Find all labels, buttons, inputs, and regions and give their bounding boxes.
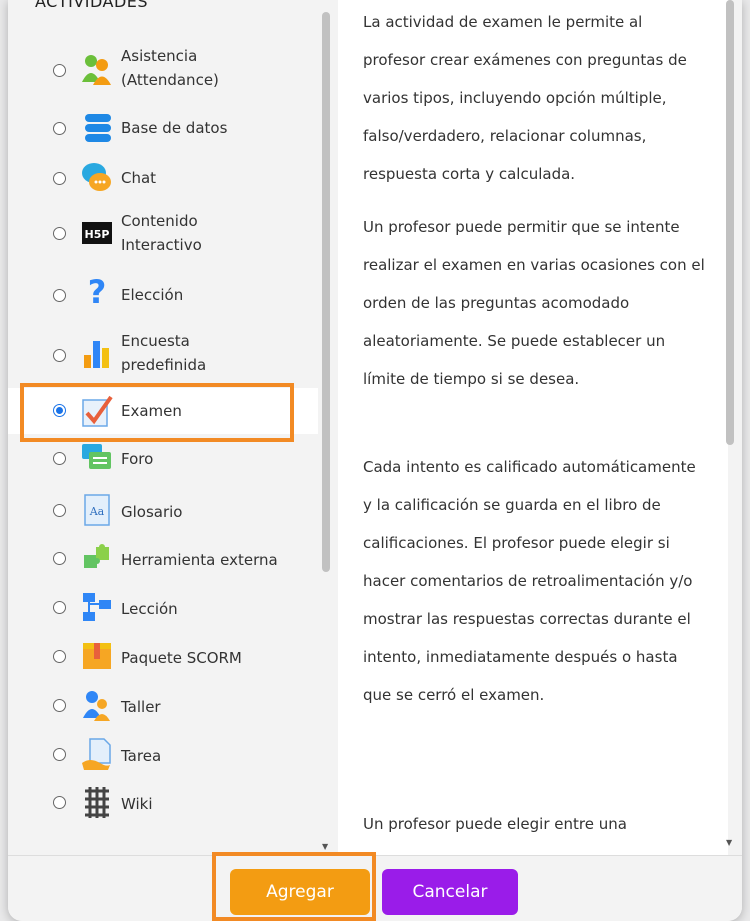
radio-button-selected[interactable] xyxy=(53,404,66,417)
cancel-button[interactable]: Cancelar xyxy=(382,869,518,915)
scroll-down-arrow-icon[interactable]: ▼ xyxy=(322,842,328,851)
activity-item-base-de-datos[interactable]: Base de datos xyxy=(8,105,318,151)
wiki-icon xyxy=(85,787,109,818)
activity-label: Foro xyxy=(121,450,154,468)
activity-item-asistencia[interactable]: Asistencia (Attendance) xyxy=(8,40,318,98)
activity-item-foro[interactable]: Foro xyxy=(8,440,318,486)
activity-label: Wiki xyxy=(121,795,153,813)
attendance-icon xyxy=(82,55,111,85)
activity-label: Asistencia (Attendance) xyxy=(121,47,219,89)
activity-item-eleccion[interactable]: ? Elección xyxy=(8,272,318,318)
activity-label: Base de datos xyxy=(121,119,228,137)
activity-item-contenido-interactivo[interactable]: H5P Contenido Interactivo xyxy=(8,203,318,263)
activity-item-taller[interactable]: Taller xyxy=(8,685,318,731)
activity-item-wiki[interactable]: Wiki xyxy=(8,782,318,828)
radio-button[interactable] xyxy=(53,552,66,565)
activity-label: Lección xyxy=(121,600,178,618)
radio-button[interactable] xyxy=(53,227,66,240)
activity-item-tarea[interactable]: Tarea xyxy=(8,734,318,780)
activity-label: Contenido Interactivo xyxy=(121,212,202,254)
assignment-icon xyxy=(82,738,111,770)
radio-button[interactable] xyxy=(53,748,66,761)
description-scroll-down-arrow-icon[interactable]: ▼ xyxy=(726,838,732,847)
activity-label: Encuesta predefinida xyxy=(121,332,207,374)
radio-button[interactable] xyxy=(53,349,66,362)
activity-label: Paquete SCORM xyxy=(121,649,242,667)
radio-button[interactable] xyxy=(53,699,66,712)
radio-button[interactable] xyxy=(53,122,66,135)
activity-item-encuesta-predefinida[interactable]: Encuesta predefinida xyxy=(8,325,318,383)
lesson-icon xyxy=(83,593,111,621)
survey-chart-icon xyxy=(84,341,109,368)
activity-item-paquete-scorm[interactable]: Paquete SCORM xyxy=(8,636,318,682)
scorm-package-icon xyxy=(83,643,111,669)
activity-label: Examen xyxy=(121,402,182,420)
description-paragraph: La actividad de examen le permite al pro… xyxy=(363,13,687,183)
activity-item-examen[interactable]: Examen xyxy=(8,388,318,434)
activity-label: Tarea xyxy=(121,747,162,765)
radio-button[interactable] xyxy=(53,289,66,302)
activity-label: Glosario xyxy=(121,503,183,521)
activity-item-herramienta-externa[interactable]: Herramienta externa xyxy=(8,538,318,584)
glossary-icon: Aa xyxy=(84,494,110,526)
activity-label: Chat xyxy=(121,169,157,187)
radio-button[interactable] xyxy=(53,172,66,185)
radio-button[interactable] xyxy=(53,601,66,614)
radio-button[interactable] xyxy=(53,504,66,517)
svg-text:Aa: Aa xyxy=(89,505,105,518)
activity-item-glosario[interactable]: Aa Glosario xyxy=(8,490,318,536)
section-heading: ACTIVIDADES xyxy=(35,0,149,11)
h5p-icon: H5P xyxy=(82,222,112,244)
activity-chooser-dialog: ACTIVIDADES Asistencia (Attendance) Base … xyxy=(8,0,742,921)
add-button[interactable]: Agregar xyxy=(230,869,370,915)
activity-list-scroll-thumb[interactable] xyxy=(322,12,330,572)
description-scroll-thumb[interactable] xyxy=(726,0,734,445)
database-icon xyxy=(85,114,111,142)
radio-button[interactable] xyxy=(53,64,66,77)
puzzle-icon xyxy=(84,544,109,568)
dialog-footer: Agregar Cancelar xyxy=(8,855,742,921)
forum-icon xyxy=(82,444,111,469)
activity-description-panel: La actividad de examen le permite al pro… xyxy=(338,0,728,855)
description-paragraph: Cada intento es calificado automáticamen… xyxy=(363,458,696,704)
activity-item-chat[interactable]: Chat xyxy=(8,155,318,201)
radio-button[interactable] xyxy=(53,452,66,465)
activity-list: ACTIVIDADES Asistencia (Attendance) Base … xyxy=(8,0,338,855)
quiz-checkmark-icon xyxy=(82,395,113,427)
description-paragraph: Un profesor puede elegir entre una xyxy=(363,815,627,833)
radio-button[interactable] xyxy=(53,650,66,663)
workshop-icon xyxy=(83,691,110,721)
radio-button[interactable] xyxy=(53,796,66,809)
svg-text:?: ? xyxy=(88,275,107,309)
activity-item-leccion[interactable]: Lección xyxy=(8,587,318,633)
activity-label: Elección xyxy=(121,286,184,304)
description-paragraph: Un profesor puede permitir que se intent… xyxy=(363,218,705,388)
svg-text:H5P: H5P xyxy=(85,228,110,241)
chat-icon xyxy=(82,163,111,191)
activity-label: Taller xyxy=(121,698,161,716)
activity-label: Herramienta externa xyxy=(121,551,278,569)
question-icon: ? xyxy=(88,275,107,309)
